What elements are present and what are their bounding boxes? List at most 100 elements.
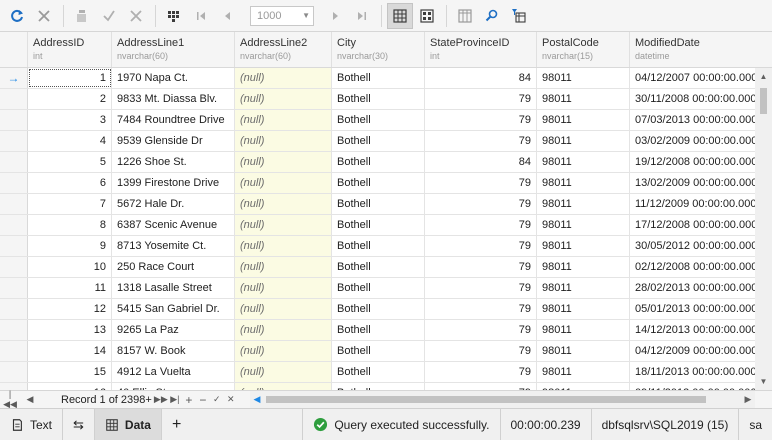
addressline2-cell[interactable]: (null): [235, 89, 332, 109]
scroll-right-icon[interactable]: ▶: [741, 391, 755, 408]
card-view-button[interactable]: [414, 3, 440, 29]
city-cell[interactable]: Bothell: [332, 383, 425, 390]
addressline2-cell[interactable]: (null): [235, 131, 332, 151]
city-cell[interactable]: Bothell: [332, 362, 425, 382]
stateprovinceid-cell[interactable]: 79: [425, 383, 537, 390]
table-row[interactable]: 12 5415 San Gabriel Dr. (null) Bothell 79 980…: [0, 299, 755, 320]
addressline2-cell[interactable]: (null): [235, 215, 332, 235]
addressid-cell[interactable]: 14: [28, 341, 112, 361]
stateprovinceid-cell[interactable]: 79: [425, 131, 537, 151]
data-grid[interactable]: AddressID int AddressLine1 nvarchar(60) …: [0, 32, 755, 390]
data-view-tab[interactable]: Data: [94, 409, 162, 440]
stateprovinceid-cell[interactable]: 79: [425, 236, 537, 256]
table-row[interactable]: 15 4912 La Vuelta (null) Bothell 79 98011 18/1…: [0, 362, 755, 383]
column-header-addressid[interactable]: AddressID int: [28, 32, 112, 67]
addressline1-cell[interactable]: 5415 San Gabriel Dr.: [112, 299, 235, 319]
addressline1-cell[interactable]: 7484 Roundtree Drive: [112, 110, 235, 130]
row-indicator[interactable]: [0, 362, 28, 382]
city-cell[interactable]: Bothell: [332, 194, 425, 214]
addressline2-cell[interactable]: (null): [235, 257, 332, 277]
addressline1-cell[interactable]: 1318 Lasalle Street: [112, 278, 235, 298]
table-row[interactable]: → 1 1970 Napa Ct. (null) Bothell 84 98011 04/12…: [0, 68, 755, 89]
stateprovinceid-cell[interactable]: 79: [425, 89, 537, 109]
addressline2-cell[interactable]: (null): [235, 194, 332, 214]
postalcode-cell[interactable]: 98011: [537, 89, 630, 109]
row-indicator[interactable]: [0, 131, 28, 151]
stateprovinceid-cell[interactable]: 79: [425, 362, 537, 382]
modifieddate-cell[interactable]: 17/12/2008 00:00:00.000: [630, 215, 755, 235]
row-indicator[interactable]: →: [0, 68, 28, 88]
column-header-addressline1[interactable]: AddressLine1 nvarchar(60): [112, 32, 235, 67]
row-indicator[interactable]: [0, 341, 28, 361]
modifieddate-cell[interactable]: 30/11/2008 00:00:00.000: [630, 89, 755, 109]
horizontal-scroll-thumb[interactable]: [266, 396, 706, 403]
stateprovinceid-cell[interactable]: 79: [425, 215, 537, 235]
row-indicator[interactable]: [0, 278, 28, 298]
table-row[interactable]: 2 9833 Mt. Diassa Blv. (null) Bothell 79 9801…: [0, 89, 755, 110]
table-row[interactable]: 7 5672 Hale Dr. (null) Bothell 79 98011 11/12/…: [0, 194, 755, 215]
edit-button[interactable]: [69, 3, 95, 29]
row-indicator[interactable]: [0, 236, 28, 256]
column-header-postalcode[interactable]: PostalCode nvarchar(15): [537, 32, 630, 67]
refresh-button[interactable]: [4, 3, 30, 29]
row-indicator[interactable]: [0, 299, 28, 319]
addressline1-cell[interactable]: 4912 La Vuelta: [112, 362, 235, 382]
modifieddate-cell[interactable]: 28/02/2013 00:00:00.000: [630, 278, 755, 298]
modifieddate-cell[interactable]: 04/12/2007 00:00:00.000: [630, 68, 755, 88]
row-indicator[interactable]: [0, 194, 28, 214]
stateprovinceid-cell[interactable]: 79: [425, 320, 537, 340]
stateprovinceid-cell[interactable]: 79: [425, 299, 537, 319]
row-indicator[interactable]: [0, 152, 28, 172]
modifieddate-cell[interactable]: 03/02/2009 00:00:00.000: [630, 131, 755, 151]
addressid-cell[interactable]: 6: [28, 173, 112, 193]
addressid-cell[interactable]: 16: [28, 383, 112, 390]
modifieddate-cell[interactable]: 11/12/2009 00:00:00.000: [630, 194, 755, 214]
add-record-icon[interactable]: +: [182, 393, 196, 407]
addressline1-cell[interactable]: 9539 Glenside Dr: [112, 131, 235, 151]
modifieddate-cell[interactable]: 07/03/2013 00:00:00.000: [630, 110, 755, 130]
modifieddate-cell[interactable]: 18/11/2013 00:00:00.000: [630, 362, 755, 382]
city-cell[interactable]: Bothell: [332, 68, 425, 88]
cancel-button[interactable]: [31, 3, 57, 29]
modifieddate-cell[interactable]: 14/12/2013 00:00:00.000: [630, 320, 755, 340]
addressline1-cell[interactable]: 1399 Firestone Drive: [112, 173, 235, 193]
row-indicator[interactable]: [0, 110, 28, 130]
next-page-button[interactable]: [322, 3, 348, 29]
row-indicator[interactable]: [0, 215, 28, 235]
addressline2-cell[interactable]: (null): [235, 278, 332, 298]
addressline2-cell[interactable]: (null): [235, 299, 332, 319]
addressline1-cell[interactable]: 8713 Yosemite Ct.: [112, 236, 235, 256]
next-record-icon[interactable]: ▶▶: [154, 394, 168, 405]
text-view-tab[interactable]: Text: [0, 409, 64, 440]
remove-record-icon[interactable]: −: [196, 393, 210, 407]
grid-pager-button[interactable]: [161, 3, 187, 29]
stateprovinceid-cell[interactable]: 84: [425, 68, 537, 88]
addressid-cell[interactable]: 9: [28, 236, 112, 256]
postalcode-cell[interactable]: 98011: [537, 152, 630, 172]
stateprovinceid-cell[interactable]: 84: [425, 152, 537, 172]
column-header-stateprovinceid[interactable]: StateProvinceID int: [425, 32, 537, 67]
city-cell[interactable]: Bothell: [332, 236, 425, 256]
stateprovinceid-cell[interactable]: 79: [425, 257, 537, 277]
find-button[interactable]: [479, 3, 505, 29]
stateprovinceid-cell[interactable]: 79: [425, 173, 537, 193]
addressid-cell[interactable]: 5: [28, 152, 112, 172]
swap-panes-button[interactable]: ⇆: [63, 409, 95, 440]
addressline2-cell[interactable]: (null): [235, 152, 332, 172]
modifieddate-cell[interactable]: 19/12/2008 00:00:00.000: [630, 152, 755, 172]
last-record-icon[interactable]: ▶|: [168, 394, 182, 405]
postalcode-cell[interactable]: 98011: [537, 362, 630, 382]
addressline1-cell[interactable]: 1226 Shoe St.: [112, 152, 235, 172]
table-button[interactable]: [452, 3, 478, 29]
modifieddate-cell[interactable]: 02/12/2008 00:00:00.000: [630, 257, 755, 277]
postalcode-cell[interactable]: 98011: [537, 131, 630, 151]
addressline1-cell[interactable]: 5672 Hale Dr.: [112, 194, 235, 214]
modifieddate-cell[interactable]: 05/01/2013 00:00:00.000: [630, 299, 755, 319]
table-row[interactable]: 5 1226 Shoe St. (null) Bothell 84 98011 19/12/…: [0, 152, 755, 173]
stateprovinceid-cell[interactable]: 79: [425, 278, 537, 298]
modifieddate-cell[interactable]: 09/11/2013 00:00:00.000: [630, 383, 755, 390]
addressline1-cell[interactable]: 8157 W. Book: [112, 341, 235, 361]
table-row[interactable]: 3 7484 Roundtree Drive (null) Bothell 79 9801…: [0, 110, 755, 131]
addressline1-cell[interactable]: 9265 La Paz: [112, 320, 235, 340]
apply-record-icon[interactable]: ✓: [210, 394, 224, 405]
